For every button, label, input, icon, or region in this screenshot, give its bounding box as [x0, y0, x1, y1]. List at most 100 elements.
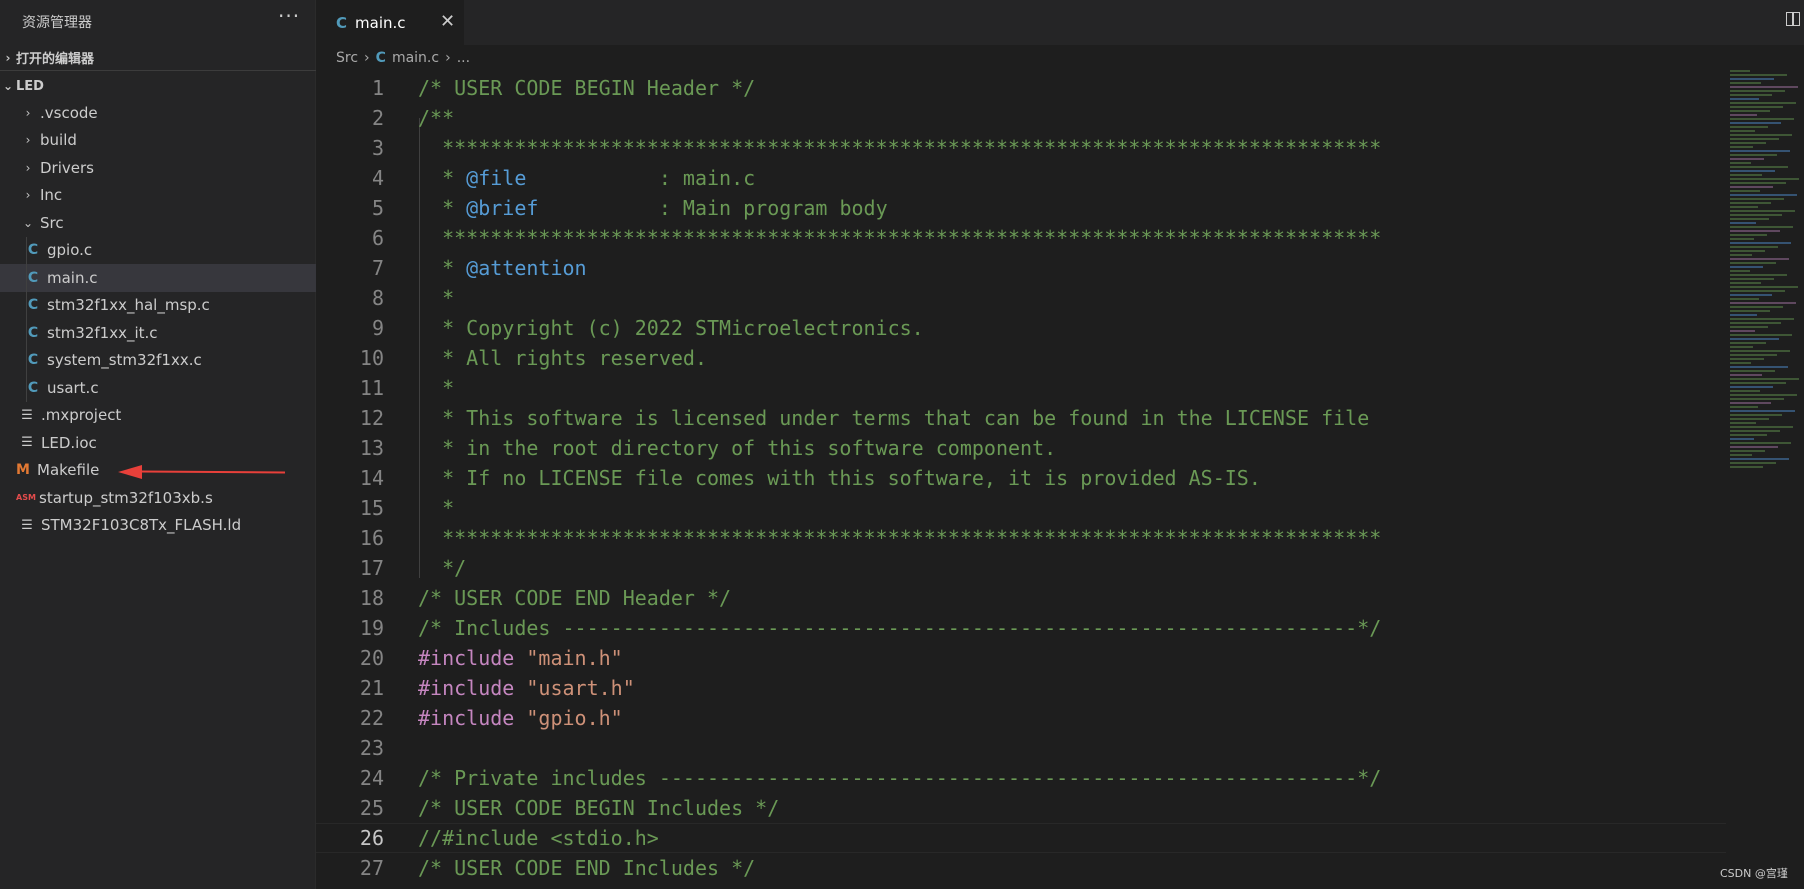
- breadcrumb-more[interactable]: ...: [457, 50, 470, 66]
- tree-item[interactable]: Csystem_stm32f1xx.c: [0, 346, 316, 374]
- code-line[interactable]: 1 /* USER CODE BEGIN Header */: [316, 73, 1726, 103]
- minimap-line: [1730, 366, 1788, 368]
- minimap-line: [1730, 306, 1783, 308]
- code-line[interactable]: 18 /* USER CODE END Header */: [316, 583, 1726, 613]
- code-line[interactable]: 15 *: [316, 493, 1726, 523]
- close-icon[interactable]: ✕: [440, 11, 455, 32]
- code-line[interactable]: 6 **************************************…: [316, 223, 1726, 253]
- tree-item[interactable]: Cusart.c: [0, 374, 316, 402]
- minimap-line: [1730, 334, 1792, 336]
- tree-item[interactable]: ☰ LED.ioc: [0, 429, 316, 457]
- line-number: 7: [371, 256, 384, 280]
- line-number: 18: [359, 586, 384, 610]
- code-line[interactable]: 12 * This software is licensed under ter…: [316, 403, 1726, 433]
- code-line[interactable]: 7 * @attention: [316, 253, 1726, 283]
- tree-item[interactable]: Cstm32f1xx_hal_msp.c: [0, 291, 316, 319]
- project-section[interactable]: ⌄ LED: [0, 73, 316, 99]
- tree-item[interactable]: Cgpio.c: [0, 236, 316, 264]
- code-token: * in the root directory of this software…: [418, 436, 1057, 460]
- c-file-icon: C: [375, 50, 386, 66]
- code-line[interactable]: 9 * Copyright (c) 2022 STMicroelectronic…: [316, 313, 1726, 343]
- c-file-icon: C: [27, 379, 39, 396]
- minimap-line: [1730, 298, 1759, 300]
- code-text: ****************************************…: [418, 133, 1381, 163]
- minimap-line: [1730, 130, 1755, 132]
- code-token: *: [418, 376, 455, 400]
- code-line[interactable]: 14 * If no LICENSE file comes with this …: [316, 463, 1726, 493]
- code-token: "main.h": [526, 646, 623, 670]
- code-line[interactable]: 11 *: [316, 373, 1726, 403]
- code-token: /* USER CODE END Header */: [418, 586, 732, 610]
- tree-item[interactable]: Cstm32f1xx_it.c: [0, 319, 316, 347]
- code-line[interactable]: 25 /* USER CODE BEGIN Includes */: [316, 793, 1726, 823]
- tree-item[interactable]: › Inc: [0, 182, 316, 210]
- code-token: //#include <stdio.h>: [418, 826, 659, 850]
- code-token: : main.c: [526, 166, 756, 190]
- code-editor[interactable]: 1/* USER CODE BEGIN Header */2/** 3 *****…: [316, 73, 1726, 883]
- code-line[interactable]: 8 *: [316, 283, 1726, 313]
- tree-item[interactable]: ☰ .mxproject: [0, 402, 316, 430]
- minimap-line: [1730, 158, 1764, 160]
- code-line[interactable]: 13 * in the root directory of this softw…: [316, 433, 1726, 463]
- line-number: 16: [359, 526, 384, 550]
- code-text: *: [418, 283, 454, 313]
- minimap-line: [1730, 74, 1787, 76]
- code-line[interactable]: 21 #include "usart.h": [316, 673, 1726, 703]
- code-line[interactable]: 24 /* Private includes ------------------…: [316, 763, 1726, 793]
- minimap-line: [1730, 362, 1751, 364]
- minimap-line: [1730, 122, 1781, 124]
- open-editors-section[interactable]: › 打开的编辑器: [0, 45, 316, 71]
- tree-item-label: LED.ioc: [41, 433, 97, 452]
- minimap-line: [1730, 442, 1791, 444]
- code-line[interactable]: 4 * @file : main.c: [316, 163, 1726, 193]
- code-line[interactable]: 3 **************************************…: [316, 133, 1726, 163]
- line-number: 4: [371, 166, 384, 190]
- indent-guide: [26, 346, 27, 374]
- code-line[interactable]: 5 * @brief : Main program body: [316, 193, 1726, 223]
- more-actions-icon[interactable]: ···: [278, 4, 300, 28]
- code-line[interactable]: 22 #include "gpio.h": [316, 703, 1726, 733]
- line-number: 13: [359, 436, 384, 460]
- line-number: 26: [359, 826, 384, 850]
- tab-main-c[interactable]: C main.c ✕: [316, 0, 464, 45]
- breadcrumb-file[interactable]: main.c: [392, 50, 439, 66]
- code-token: : Main program body: [538, 196, 888, 220]
- code-line[interactable]: 16 *************************************…: [316, 523, 1726, 553]
- minimap-line: [1730, 242, 1791, 244]
- tree-item[interactable]: Cmain.c: [0, 264, 316, 292]
- code-line[interactable]: 26 //#include <stdio.h>: [316, 823, 1726, 853]
- tree-item[interactable]: › build: [0, 127, 316, 155]
- chevron-right-icon: ›: [445, 50, 451, 66]
- minimap-line: [1730, 110, 1770, 112]
- tree-item[interactable]: ⌄ Src: [0, 209, 316, 237]
- code-line[interactable]: 27 /* USER CODE END Includes */: [316, 853, 1726, 883]
- minimap-line: [1730, 446, 1778, 448]
- tree-item[interactable]: ASM startup_stm32f103xb.s: [0, 484, 316, 512]
- minimap[interactable]: [1730, 70, 1804, 490]
- code-line[interactable]: 23: [316, 733, 1726, 763]
- code-line[interactable]: 20 #include "main.h": [316, 643, 1726, 673]
- tree-item[interactable]: › .vscode: [0, 99, 316, 127]
- line-number: 1: [371, 76, 384, 100]
- code-line[interactable]: 10 * All rights reserved.: [316, 343, 1726, 373]
- line-number: 8: [371, 286, 384, 310]
- tree-item[interactable]: ☰ STM32F103C8Tx_FLASH.ld: [0, 512, 316, 540]
- code-token: "usart.h": [526, 676, 635, 700]
- tree-item[interactable]: › Drivers: [0, 154, 316, 182]
- minimap-line: [1730, 422, 1756, 424]
- split-editor-icon[interactable]: [1786, 12, 1800, 26]
- code-line[interactable]: 19 /* Includes --------------------------…: [316, 613, 1726, 643]
- code-text: * If no LICENSE file comes with this sof…: [418, 463, 1261, 493]
- code-text: /* Private includes --------------------…: [418, 763, 1381, 793]
- minimap-line: [1730, 202, 1771, 204]
- code-text: #include "gpio.h": [418, 703, 623, 733]
- code-text: * This software is licensed under terms …: [418, 403, 1369, 433]
- line-number: 5: [371, 196, 384, 220]
- code-text: * @brief : Main program body: [418, 193, 888, 223]
- minimap-line: [1730, 302, 1796, 304]
- breadcrumb-folder[interactable]: Src: [336, 50, 358, 66]
- code-line[interactable]: 2 /**: [316, 103, 1726, 133]
- code-line[interactable]: 17 */: [316, 553, 1726, 583]
- code-token: *: [418, 256, 467, 280]
- tab-bar: C main.c ✕: [316, 0, 1804, 45]
